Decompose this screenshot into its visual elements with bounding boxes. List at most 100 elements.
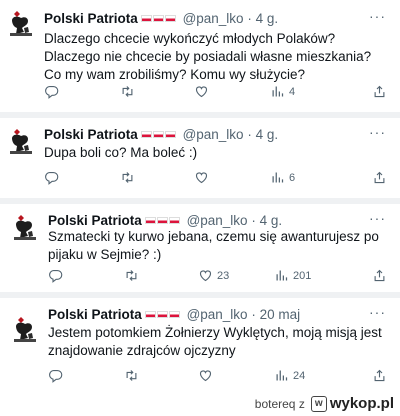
avatar[interactable] bbox=[8, 210, 42, 244]
poland-flag-icon bbox=[144, 310, 156, 318]
like-count: 23 bbox=[217, 269, 230, 282]
flag-icons bbox=[144, 306, 181, 322]
like-icon bbox=[194, 84, 209, 99]
share-button[interactable] bbox=[372, 170, 387, 185]
share-button[interactable] bbox=[372, 268, 387, 283]
author-handle[interactable]: @pan_lko bbox=[183, 11, 244, 26]
flag-icons bbox=[140, 10, 177, 26]
reply-button[interactable] bbox=[48, 268, 67, 283]
poland-flag-icon bbox=[164, 14, 176, 22]
tweet-actions: 23 201 bbox=[48, 268, 392, 284]
poland-flag-icon bbox=[156, 216, 168, 224]
reply-icon bbox=[44, 84, 59, 99]
share-icon bbox=[372, 170, 387, 185]
avatar[interactable] bbox=[8, 312, 42, 346]
flag-icons bbox=[140, 126, 177, 142]
more-options-icon[interactable]: ··· bbox=[369, 8, 386, 24]
retweet-icon bbox=[124, 368, 139, 383]
wykop-logo-icon: w bbox=[310, 395, 327, 412]
poland-flag-icon bbox=[144, 216, 156, 224]
retweet-icon bbox=[120, 84, 135, 99]
like-button[interactable] bbox=[198, 368, 217, 383]
footer-user[interactable]: botereq bbox=[255, 397, 296, 411]
footer-via: z bbox=[298, 396, 305, 411]
wykop-footer: botereq z w wykop.pl bbox=[255, 395, 394, 412]
tweet-actions: 4 bbox=[44, 84, 392, 100]
tweet-actions: 24 bbox=[48, 368, 392, 384]
separator-dot: · bbox=[251, 213, 256, 228]
retweet-button[interactable] bbox=[124, 268, 139, 283]
views-button[interactable]: 24 bbox=[274, 368, 305, 383]
tweet[interactable]: Polski Patriota @pan_lko · 4 g. ··· Dupa… bbox=[0, 118, 400, 198]
tweet-header: Polski Patriota @pan_lko · 4 g. bbox=[44, 10, 278, 27]
poland-flag-icon bbox=[140, 14, 152, 22]
tweet-time[interactable]: 20 maj bbox=[260, 307, 301, 322]
more-options-icon[interactable]: ··· bbox=[369, 210, 386, 226]
like-icon bbox=[198, 368, 213, 383]
poland-flag-icon bbox=[152, 14, 164, 22]
views-button[interactable]: 4 bbox=[270, 84, 295, 99]
avatar[interactable] bbox=[4, 124, 38, 158]
separator-dot: · bbox=[247, 127, 252, 142]
more-options-icon[interactable]: ··· bbox=[369, 124, 386, 140]
author-name[interactable]: Polski Patriota bbox=[48, 213, 142, 228]
share-icon bbox=[372, 84, 387, 99]
reply-icon bbox=[48, 368, 63, 383]
tweet-text: Dupa boli co? Ma boleć :) bbox=[44, 145, 198, 160]
reply-button[interactable] bbox=[44, 84, 63, 99]
avatar[interactable] bbox=[4, 6, 38, 40]
share-button[interactable] bbox=[372, 84, 387, 99]
footer-site[interactable]: wykop.pl bbox=[330, 395, 394, 412]
separator-dot: · bbox=[247, 11, 252, 26]
author-name[interactable]: Polski Patriota bbox=[44, 127, 138, 142]
views-count: 6 bbox=[289, 171, 296, 184]
like-button[interactable]: 23 bbox=[198, 268, 229, 283]
poland-flag-icon bbox=[168, 310, 180, 318]
poland-flag-icon bbox=[168, 216, 180, 224]
like-icon bbox=[194, 170, 209, 185]
views-icon bbox=[270, 84, 285, 99]
retweet-icon bbox=[120, 170, 135, 185]
poland-flag-icon bbox=[152, 130, 164, 138]
author-handle[interactable]: @pan_lko bbox=[187, 213, 248, 228]
tweet-actions: 6 bbox=[44, 170, 392, 186]
more-options-icon[interactable]: ··· bbox=[369, 304, 386, 320]
author-name[interactable]: Polski Patriota bbox=[44, 11, 138, 26]
tweet-header: Polski Patriota @pan_lko · 4 g. bbox=[44, 126, 278, 143]
poland-flag-icon bbox=[164, 130, 176, 138]
tweet-text: Szmatecki ty kurwo jebana, czemu się awa… bbox=[48, 229, 379, 262]
views-icon bbox=[270, 170, 285, 185]
tweet-header: Polski Patriota @pan_lko · 20 maj bbox=[48, 306, 300, 323]
tweet[interactable]: Polski Patriota @pan_lko · 4 g. ··· Dlac… bbox=[0, 0, 400, 112]
poland-flag-icon bbox=[140, 130, 152, 138]
tweet-text: Jestem potomkiem Żołnierzy Wyklętych, mo… bbox=[48, 325, 382, 358]
views-button[interactable]: 201 bbox=[274, 268, 311, 283]
retweet-button[interactable] bbox=[120, 84, 135, 99]
tweet-time[interactable]: 4 g. bbox=[256, 11, 279, 26]
tweet-header: Polski Patriota @pan_lko · 4 g. bbox=[48, 212, 282, 229]
tweet-text: Dlaczego chcecie wykończyć młodych Polak… bbox=[44, 31, 372, 82]
tweet[interactable]: Polski Patriota @pan_lko · 4 g. ··· Szma… bbox=[0, 204, 400, 290]
retweet-button[interactable] bbox=[124, 368, 139, 383]
tweet-time[interactable]: 4 g. bbox=[260, 213, 283, 228]
views-icon bbox=[274, 268, 289, 283]
author-handle[interactable]: @pan_lko bbox=[183, 127, 244, 142]
like-button[interactable] bbox=[194, 84, 213, 99]
views-button[interactable]: 6 bbox=[270, 170, 295, 185]
like-icon bbox=[198, 268, 213, 283]
author-handle[interactable]: @pan_lko bbox=[187, 307, 248, 322]
views-count: 4 bbox=[289, 85, 296, 98]
views-icon bbox=[274, 368, 289, 383]
retweet-button[interactable] bbox=[120, 170, 135, 185]
share-icon bbox=[372, 368, 387, 383]
views-count: 24 bbox=[293, 369, 306, 382]
tweet-time[interactable]: 4 g. bbox=[256, 127, 279, 142]
author-name[interactable]: Polski Patriota bbox=[48, 307, 142, 322]
like-button[interactable] bbox=[194, 170, 213, 185]
reply-button[interactable] bbox=[44, 170, 63, 185]
share-button[interactable] bbox=[372, 368, 387, 383]
views-count: 201 bbox=[293, 269, 312, 282]
share-icon bbox=[372, 268, 387, 283]
reply-icon bbox=[44, 170, 59, 185]
reply-button[interactable] bbox=[48, 368, 67, 383]
